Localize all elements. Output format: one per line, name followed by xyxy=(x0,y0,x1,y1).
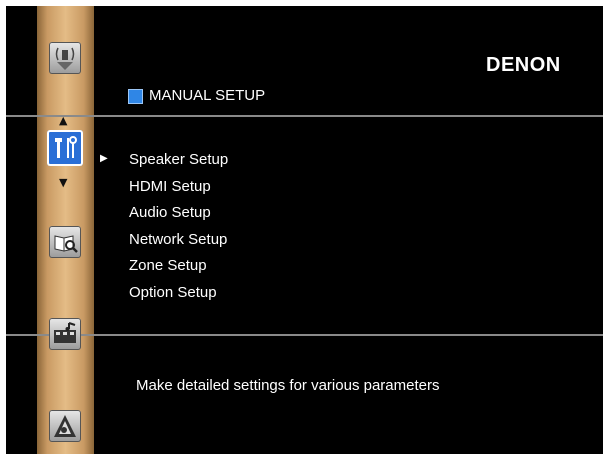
title-marker-icon xyxy=(128,89,143,104)
manual-setup-icon[interactable] xyxy=(47,130,83,166)
input-setup-icon[interactable] xyxy=(49,318,81,350)
menu-item-option-setup[interactable]: Option Setup xyxy=(129,280,228,307)
scroll-up-arrow-icon[interactable]: ▲ xyxy=(59,115,67,126)
top-divider xyxy=(6,115,603,117)
selection-cursor-icon: ▶ xyxy=(100,153,108,164)
information-icon[interactable] xyxy=(49,226,81,258)
auto-setup-icon[interactable] xyxy=(49,42,81,74)
denon-logo: DENON xyxy=(486,54,561,76)
menu-item-zone-setup[interactable]: Zone Setup xyxy=(129,253,228,280)
menu-item-hdmi-setup[interactable]: HDMI Setup xyxy=(129,174,228,201)
menu-item-speaker-setup[interactable]: Speaker Setup xyxy=(129,147,228,174)
page-title-text: MANUAL SETUP xyxy=(149,87,266,104)
quick-select-icon[interactable] xyxy=(49,410,81,442)
setup-menu: Speaker Setup HDMI Setup Audio Setup Net… xyxy=(129,147,228,307)
bottom-divider xyxy=(6,334,603,336)
menu-item-audio-setup[interactable]: Audio Setup xyxy=(129,200,228,227)
scroll-down-arrow-icon[interactable]: ▼ xyxy=(59,177,67,188)
menu-item-network-setup[interactable]: Network Setup xyxy=(129,227,228,254)
help-description: Make detailed settings for various param… xyxy=(136,377,440,394)
setup-screen: ▲ ▼ DENON MANUAL SETUP ▶ Speaker Setup H… xyxy=(6,6,603,454)
